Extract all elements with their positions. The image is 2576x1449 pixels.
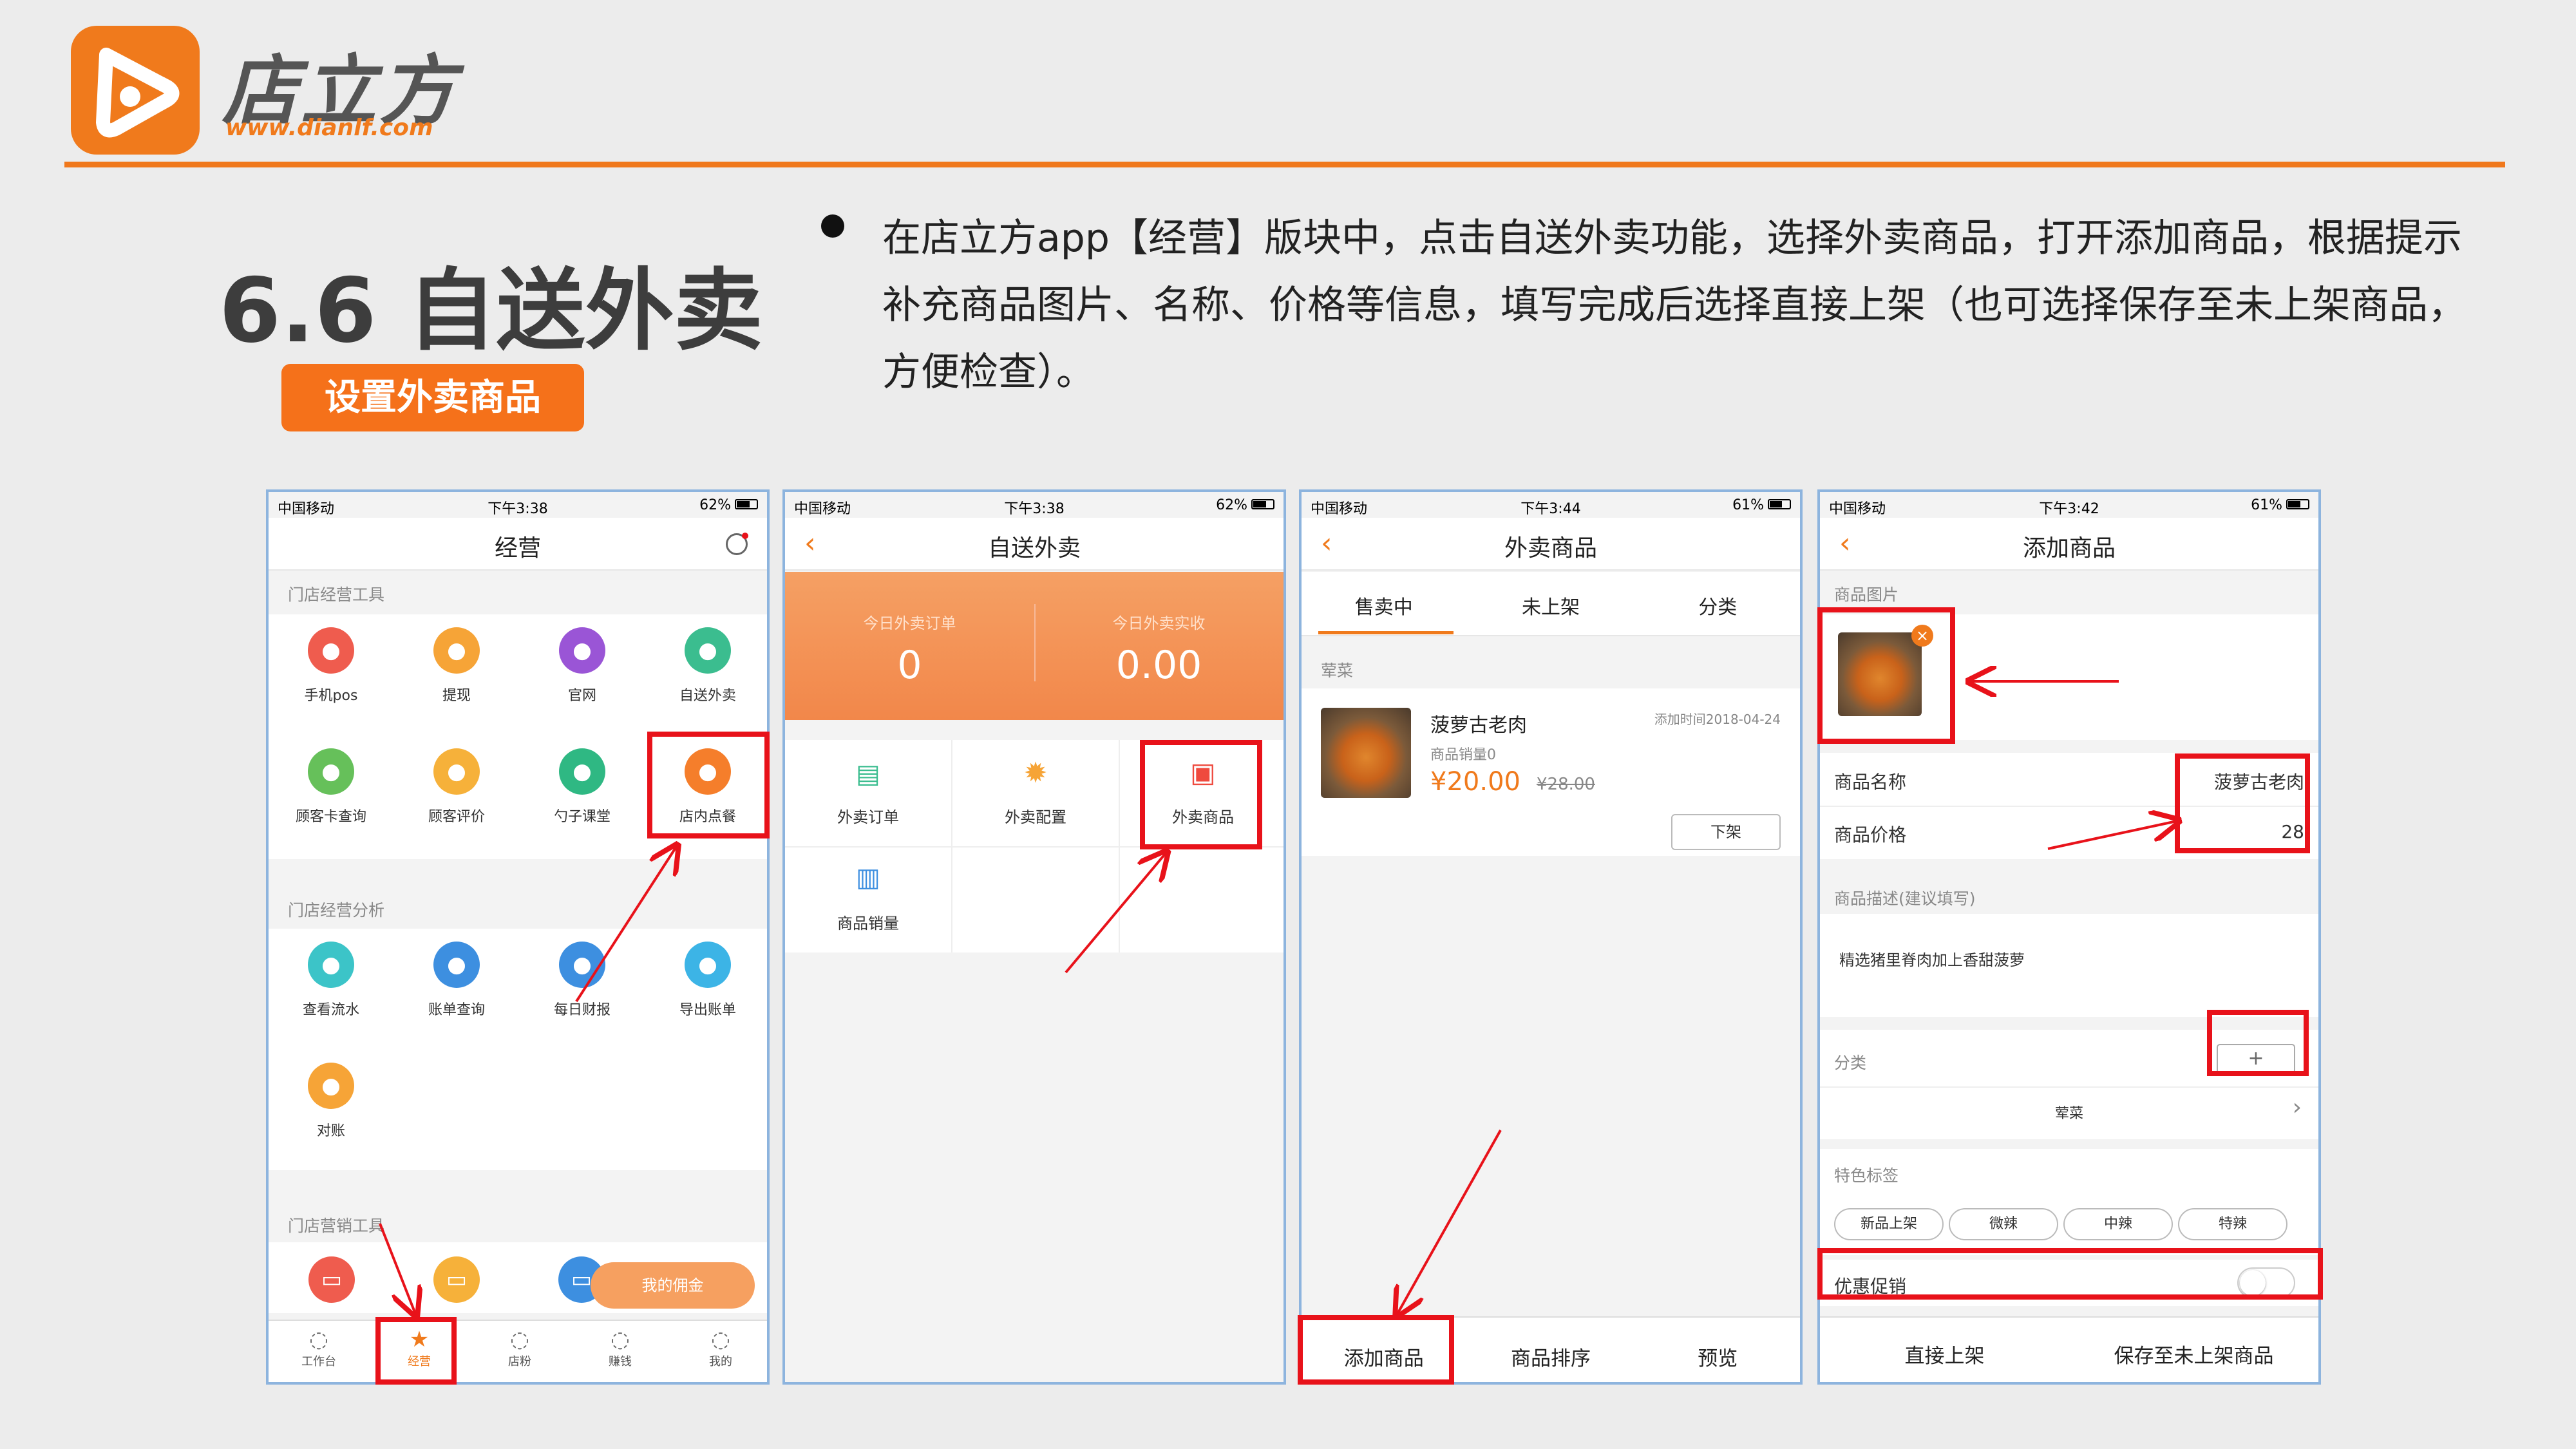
arrow-to-takeout-products <box>1065 853 1166 974</box>
annotation-arrows <box>379 0 2576 1449</box>
arrow-to-dine-in <box>575 847 676 1003</box>
arrow-to-add-product <box>1397 1130 1502 1314</box>
arrow-to-name-price <box>2047 821 2177 850</box>
arrow-to-operation-tab <box>379 1223 415 1314</box>
